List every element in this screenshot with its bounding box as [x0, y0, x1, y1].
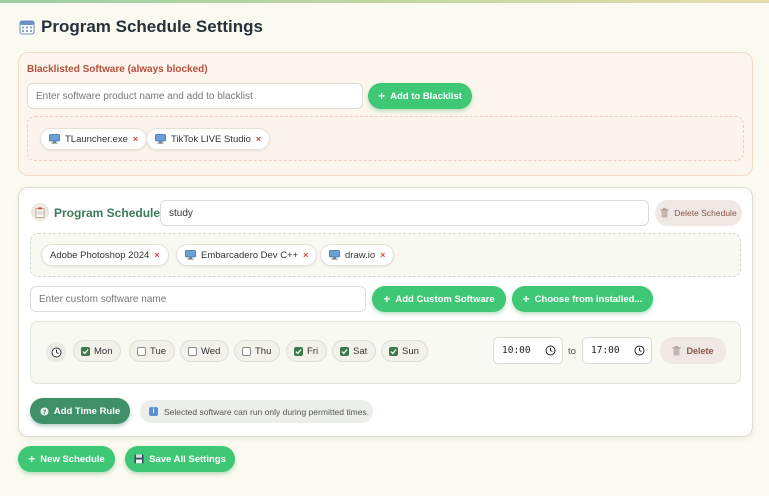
blacklist-list: TLauncher.exe × TikTok LIVE Studio × [27, 116, 744, 161]
checkbox-checked-icon[interactable] [389, 346, 398, 356]
plus-icon: + [28, 452, 36, 466]
delete-time-rule-label: Delete [686, 345, 714, 356]
day-toggle-thu[interactable]: Thu [234, 340, 281, 362]
remove-icon[interactable]: × [256, 134, 261, 144]
software-item: draw.io × [320, 244, 395, 266]
new-schedule-button[interactable]: + New Schedule [18, 446, 115, 472]
day-toggle-wed[interactable]: Wed [180, 340, 230, 362]
blacklist-item: TikTok LIVE Studio × [146, 128, 271, 150]
software-item-name: Adobe Photoshop 2024 [50, 249, 150, 261]
to-label: to [568, 346, 576, 357]
day-toggle-sun[interactable]: Sun [381, 340, 428, 362]
save-all-settings-label: Save All Settings [149, 453, 226, 465]
page-header: Program Schedule Settings [19, 16, 263, 38]
remove-icon[interactable]: × [303, 250, 308, 260]
calendar-icon [19, 20, 35, 35]
add-custom-software-button[interactable]: + Add Custom Software [372, 286, 506, 312]
monitor-icon [155, 134, 166, 144]
clock-icon[interactable] [634, 345, 645, 356]
day-toggle-mon[interactable]: Mon [73, 340, 122, 362]
checkbox-unchecked-icon[interactable] [242, 346, 251, 356]
day-toggle-tue[interactable]: Tue [129, 340, 176, 362]
software-item: Adobe Photoshop 2024 × [41, 244, 169, 266]
time-rule-row: Mon Tue Wed Thu Fri Sat Sun 10:00 to 17:… [30, 321, 741, 384]
remove-icon[interactable]: × [154, 250, 159, 260]
checkbox-checked-icon[interactable] [340, 346, 349, 356]
checkbox-unchecked-icon[interactable] [188, 346, 197, 356]
day-toggle-sat[interactable]: Sat [332, 340, 377, 362]
software-item: Embarcadero Dev C++ × [176, 244, 318, 266]
svg-text:?: ? [42, 408, 46, 416]
day-label: Thu [255, 345, 272, 357]
end-time-value: 17:00 [591, 345, 620, 356]
end-time-input[interactable]: 17:00 [582, 337, 652, 364]
info-icon: i [149, 407, 158, 416]
software-item-name: draw.io [345, 249, 376, 261]
add-time-rule-label: Add Time Rule [53, 405, 121, 417]
remove-icon[interactable]: × [133, 134, 138, 144]
blacklist-item-name: TLauncher.exe [65, 133, 128, 145]
top-accent-bar [0, 0, 769, 3]
custom-software-input[interactable] [30, 286, 366, 312]
clipboard-icon [31, 203, 49, 221]
add-to-blacklist-button[interactable]: + Add to Blacklist [368, 83, 472, 109]
add-to-blacklist-label: Add to Blacklist [390, 90, 462, 102]
plus-icon: + [522, 292, 530, 306]
day-label: Fri [307, 345, 319, 357]
checkbox-unchecked-icon[interactable] [137, 346, 146, 356]
software-item-name: Embarcadero Dev C++ [201, 249, 299, 261]
info-note: i Selected software can run only during … [140, 400, 373, 423]
add-time-rule-button[interactable]: ? Add Time Rule [30, 398, 130, 424]
checkbox-checked-icon[interactable] [294, 346, 303, 356]
day-label: Sat [353, 345, 368, 357]
choose-installed-button[interactable]: + Choose from installed... [512, 286, 653, 312]
monitor-icon [329, 250, 340, 260]
question-icon: ? [40, 407, 49, 416]
new-schedule-label: New Schedule [40, 453, 105, 465]
schedule-software-list: Adobe Photoshop 2024 × Embarcadero Dev C… [30, 233, 741, 277]
delete-schedule-label: Delete Schedule [674, 208, 737, 218]
blacklist-item-name: TikTok LIVE Studio [171, 133, 251, 145]
add-custom-software-label: Add Custom Software [395, 293, 495, 305]
day-label: Mon [94, 345, 113, 357]
trash-icon [660, 208, 669, 218]
floppy-disk-icon [134, 454, 144, 464]
blacklist-heading: Blacklisted Software (always blocked) [27, 64, 208, 75]
info-text: Selected software can run only during pe… [164, 406, 370, 417]
remove-icon[interactable]: × [380, 250, 385, 260]
start-time-input[interactable]: 10:00 [493, 337, 563, 364]
monitor-icon [49, 134, 60, 144]
day-label: Tue [150, 345, 167, 357]
blacklist-card: Blacklisted Software (always blocked) + … [18, 52, 753, 176]
page-title: Program Schedule Settings [41, 17, 263, 36]
trash-icon [672, 345, 681, 355]
choose-installed-label: Choose from installed... [534, 293, 643, 305]
program-schedule-label: Program Schedule [54, 206, 161, 220]
day-label: Sun [402, 345, 419, 357]
save-all-settings-button[interactable]: Save All Settings [125, 446, 235, 472]
day-label: Wed [201, 345, 221, 357]
blacklist-input[interactable] [27, 83, 363, 109]
schedule-name-input[interactable] [160, 200, 649, 226]
day-toggle-fri[interactable]: Fri [286, 340, 328, 362]
plus-icon: + [383, 292, 391, 306]
blacklist-item: TLauncher.exe × [40, 128, 148, 150]
monitor-icon [185, 250, 196, 260]
delete-schedule-button[interactable]: Delete Schedule [655, 200, 742, 226]
plus-icon: + [378, 89, 386, 103]
program-schedule-card: Program Schedule Delete Schedule Adobe P… [18, 187, 753, 437]
clock-icon[interactable] [545, 345, 556, 356]
clock-icon [46, 342, 66, 362]
start-time-value: 10:00 [502, 345, 531, 356]
delete-time-rule-button[interactable]: Delete [660, 337, 726, 364]
checkbox-checked-icon[interactable] [81, 346, 90, 356]
